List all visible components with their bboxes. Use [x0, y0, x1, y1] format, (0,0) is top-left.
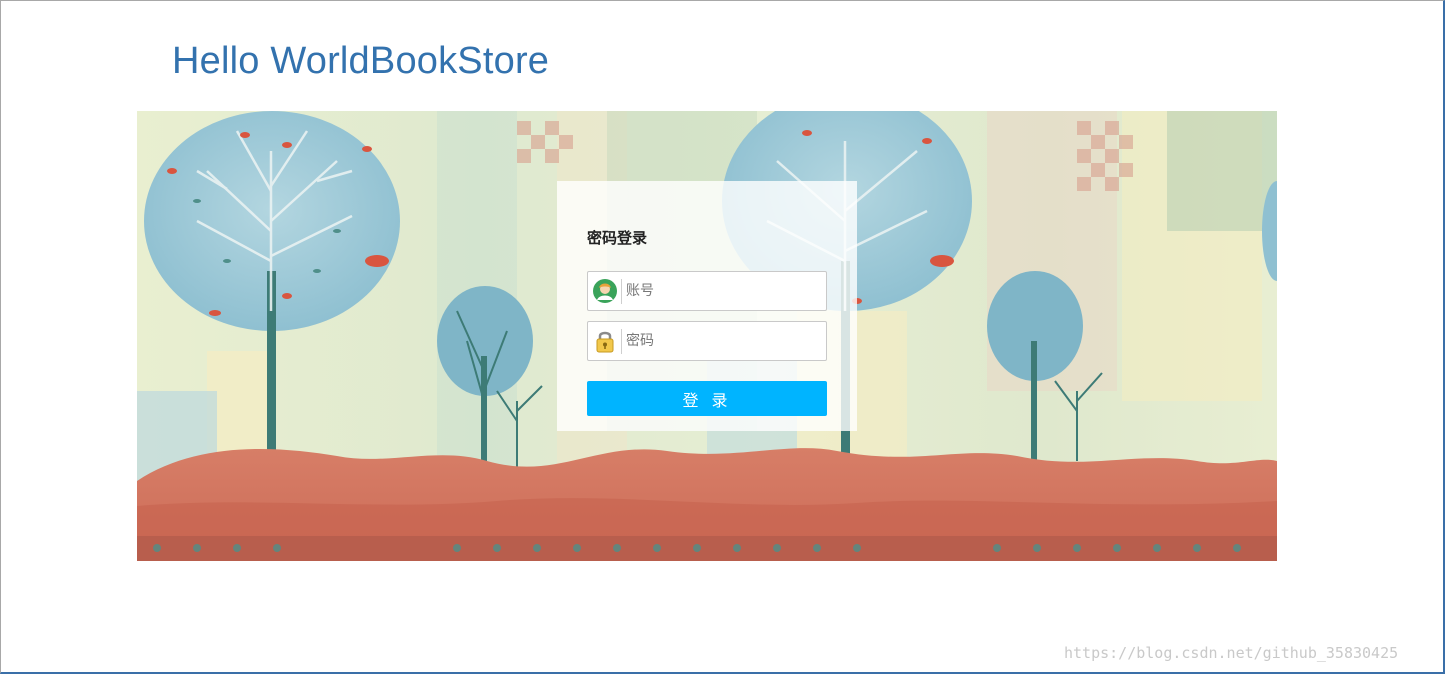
lock-icon [592, 328, 618, 354]
site-title: Hello WorldBookStore [172, 40, 550, 82]
account-input[interactable] [626, 277, 821, 305]
account-field[interactable] [587, 271, 827, 311]
field-separator [621, 329, 622, 354]
user-avatar-icon [592, 278, 618, 304]
login-panel: 密码登录 登 录 [557, 181, 857, 431]
login-button[interactable]: 登 录 [587, 381, 827, 416]
watermark-url: https://blog.csdn.net/github_35830425 [1064, 644, 1399, 662]
password-input[interactable] [626, 327, 821, 355]
field-separator [621, 279, 622, 304]
login-title: 密码登录 [587, 229, 648, 247]
password-field[interactable] [587, 321, 827, 361]
